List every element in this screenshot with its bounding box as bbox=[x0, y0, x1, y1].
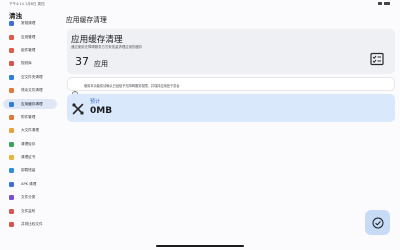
sidebar-item-7[interactable]: 应用缓存清理 bbox=[0, 97, 62, 110]
cache-icon bbox=[9, 101, 14, 107]
sidebar-item-label: 残余文件清理 bbox=[21, 88, 43, 93]
compare-icon bbox=[9, 222, 14, 228]
sidebar-item-label: 大文件清理 bbox=[21, 128, 39, 133]
sidebar-item-11[interactable]: 清理证书 bbox=[0, 151, 62, 164]
sidebar-item-label: 清理轮存 bbox=[21, 141, 36, 146]
sidebar-item-label: APK 清理 bbox=[21, 181, 37, 186]
battery-icon bbox=[384, 1, 390, 5]
sidebar-item-10[interactable]: 清理轮存 bbox=[0, 138, 62, 151]
info-banner: 使用本功能前请确认已经给予无障碍服务权限，并保持应用处于前台 bbox=[67, 77, 395, 97]
apps-icon bbox=[9, 34, 14, 40]
summary-card: 应用缓存清理 通过使用无障碍服务方式来批量清理应用的缓存 37 应用 bbox=[67, 29, 395, 74]
sidebar-item-4[interactable]: 规则库 bbox=[0, 57, 62, 70]
estimate-label: 预计 bbox=[90, 99, 101, 105]
sidebar: 常规清理应用管理组件管理规则库空文件夹清理 残余文件清理 应用缓存清理 附件管理大文件… bbox=[0, 17, 62, 231]
sidebar-item-13[interactable]: APK 清理 bbox=[0, 178, 62, 191]
sidebar-item-3[interactable]: 组件管理 bbox=[0, 44, 62, 57]
sidebar-item-15[interactable]: 文件监听 bbox=[0, 204, 62, 217]
storage-icon bbox=[9, 141, 14, 147]
sidebar-item-label: 规则库 bbox=[21, 61, 32, 66]
residual-file-icon bbox=[9, 88, 14, 94]
sidebar-item-label: 清理证书 bbox=[21, 155, 36, 160]
sidebar-item-12[interactable]: 卸载残留 bbox=[0, 164, 62, 177]
sidebar-item-5[interactable]: 空文件夹清理 bbox=[0, 71, 62, 84]
sidebar-item-16[interactable]: 并排比较文件 bbox=[0, 218, 62, 231]
folder-icon bbox=[9, 74, 14, 80]
sidebar-item-label: 并排比较文件 bbox=[21, 222, 43, 227]
app-count: 37 bbox=[75, 55, 89, 68]
estimate-card: 预计 0MB bbox=[67, 94, 395, 122]
sidebar-item-label: 文件监听 bbox=[21, 208, 36, 213]
wifi-icon bbox=[378, 1, 382, 5]
info-icon bbox=[72, 82, 78, 97]
sidebar-item-label: 卸载残留 bbox=[21, 168, 36, 173]
sidebar-item-label: 附件管理 bbox=[21, 114, 36, 119]
big-file-icon bbox=[9, 128, 14, 134]
summary-description: 通过使用无障碍服务方式来批量清理应用的缓存 bbox=[71, 45, 143, 49]
checklist-icon[interactable] bbox=[369, 51, 385, 67]
sidebar-item-label: 文件分类 bbox=[21, 195, 36, 200]
sidebar-item-2[interactable]: 应用管理 bbox=[0, 30, 62, 43]
start-clean-button[interactable] bbox=[365, 210, 390, 235]
sidebar-item-6[interactable]: 残余文件清理 bbox=[0, 84, 62, 97]
status-time: 下午4:14 1月8日 周四 bbox=[9, 2, 45, 6]
apk-icon bbox=[9, 181, 14, 187]
check-circle-icon bbox=[372, 217, 383, 228]
status-icons bbox=[378, 1, 390, 5]
attachment-icon bbox=[9, 114, 14, 120]
sidebar-item-1[interactable]: 常规清理 bbox=[0, 17, 62, 30]
component-icon bbox=[9, 47, 14, 53]
sidebar-item-label: 应用缓存清理 bbox=[21, 101, 43, 106]
sidebar-item-14[interactable]: 文件分类 bbox=[0, 191, 62, 204]
sidebar-item-label: 组件管理 bbox=[21, 47, 36, 52]
sidebar-item-label: 空文件夹清理 bbox=[21, 74, 43, 79]
certificate-icon bbox=[9, 155, 14, 161]
page-title: 应用缓存清理 bbox=[66, 16, 107, 24]
monitor-icon bbox=[9, 208, 14, 214]
sidebar-item-8[interactable]: 附件管理 bbox=[0, 111, 62, 124]
broom-icon bbox=[9, 21, 14, 27]
sidebar-item-label: 应用管理 bbox=[21, 34, 36, 39]
sidebar-item-9[interactable]: 大文件清理 bbox=[0, 124, 62, 137]
estimate-value: 0MB bbox=[90, 106, 113, 116]
home-indicator[interactable] bbox=[156, 245, 244, 247]
file-category-icon bbox=[9, 195, 14, 201]
flag-icon bbox=[9, 61, 14, 67]
status-bar: 下午4:14 1月8日 周四 bbox=[0, 0, 400, 8]
uninstall-icon bbox=[9, 168, 14, 174]
sidebar-item-label: 常规清理 bbox=[21, 21, 36, 26]
tools-icon bbox=[71, 101, 85, 115]
app-count-unit: 应用 bbox=[94, 60, 108, 68]
info-text: 使用本功能前请确认已经给予无障碍服务权限，并保持应用处于前台 bbox=[84, 83, 180, 88]
